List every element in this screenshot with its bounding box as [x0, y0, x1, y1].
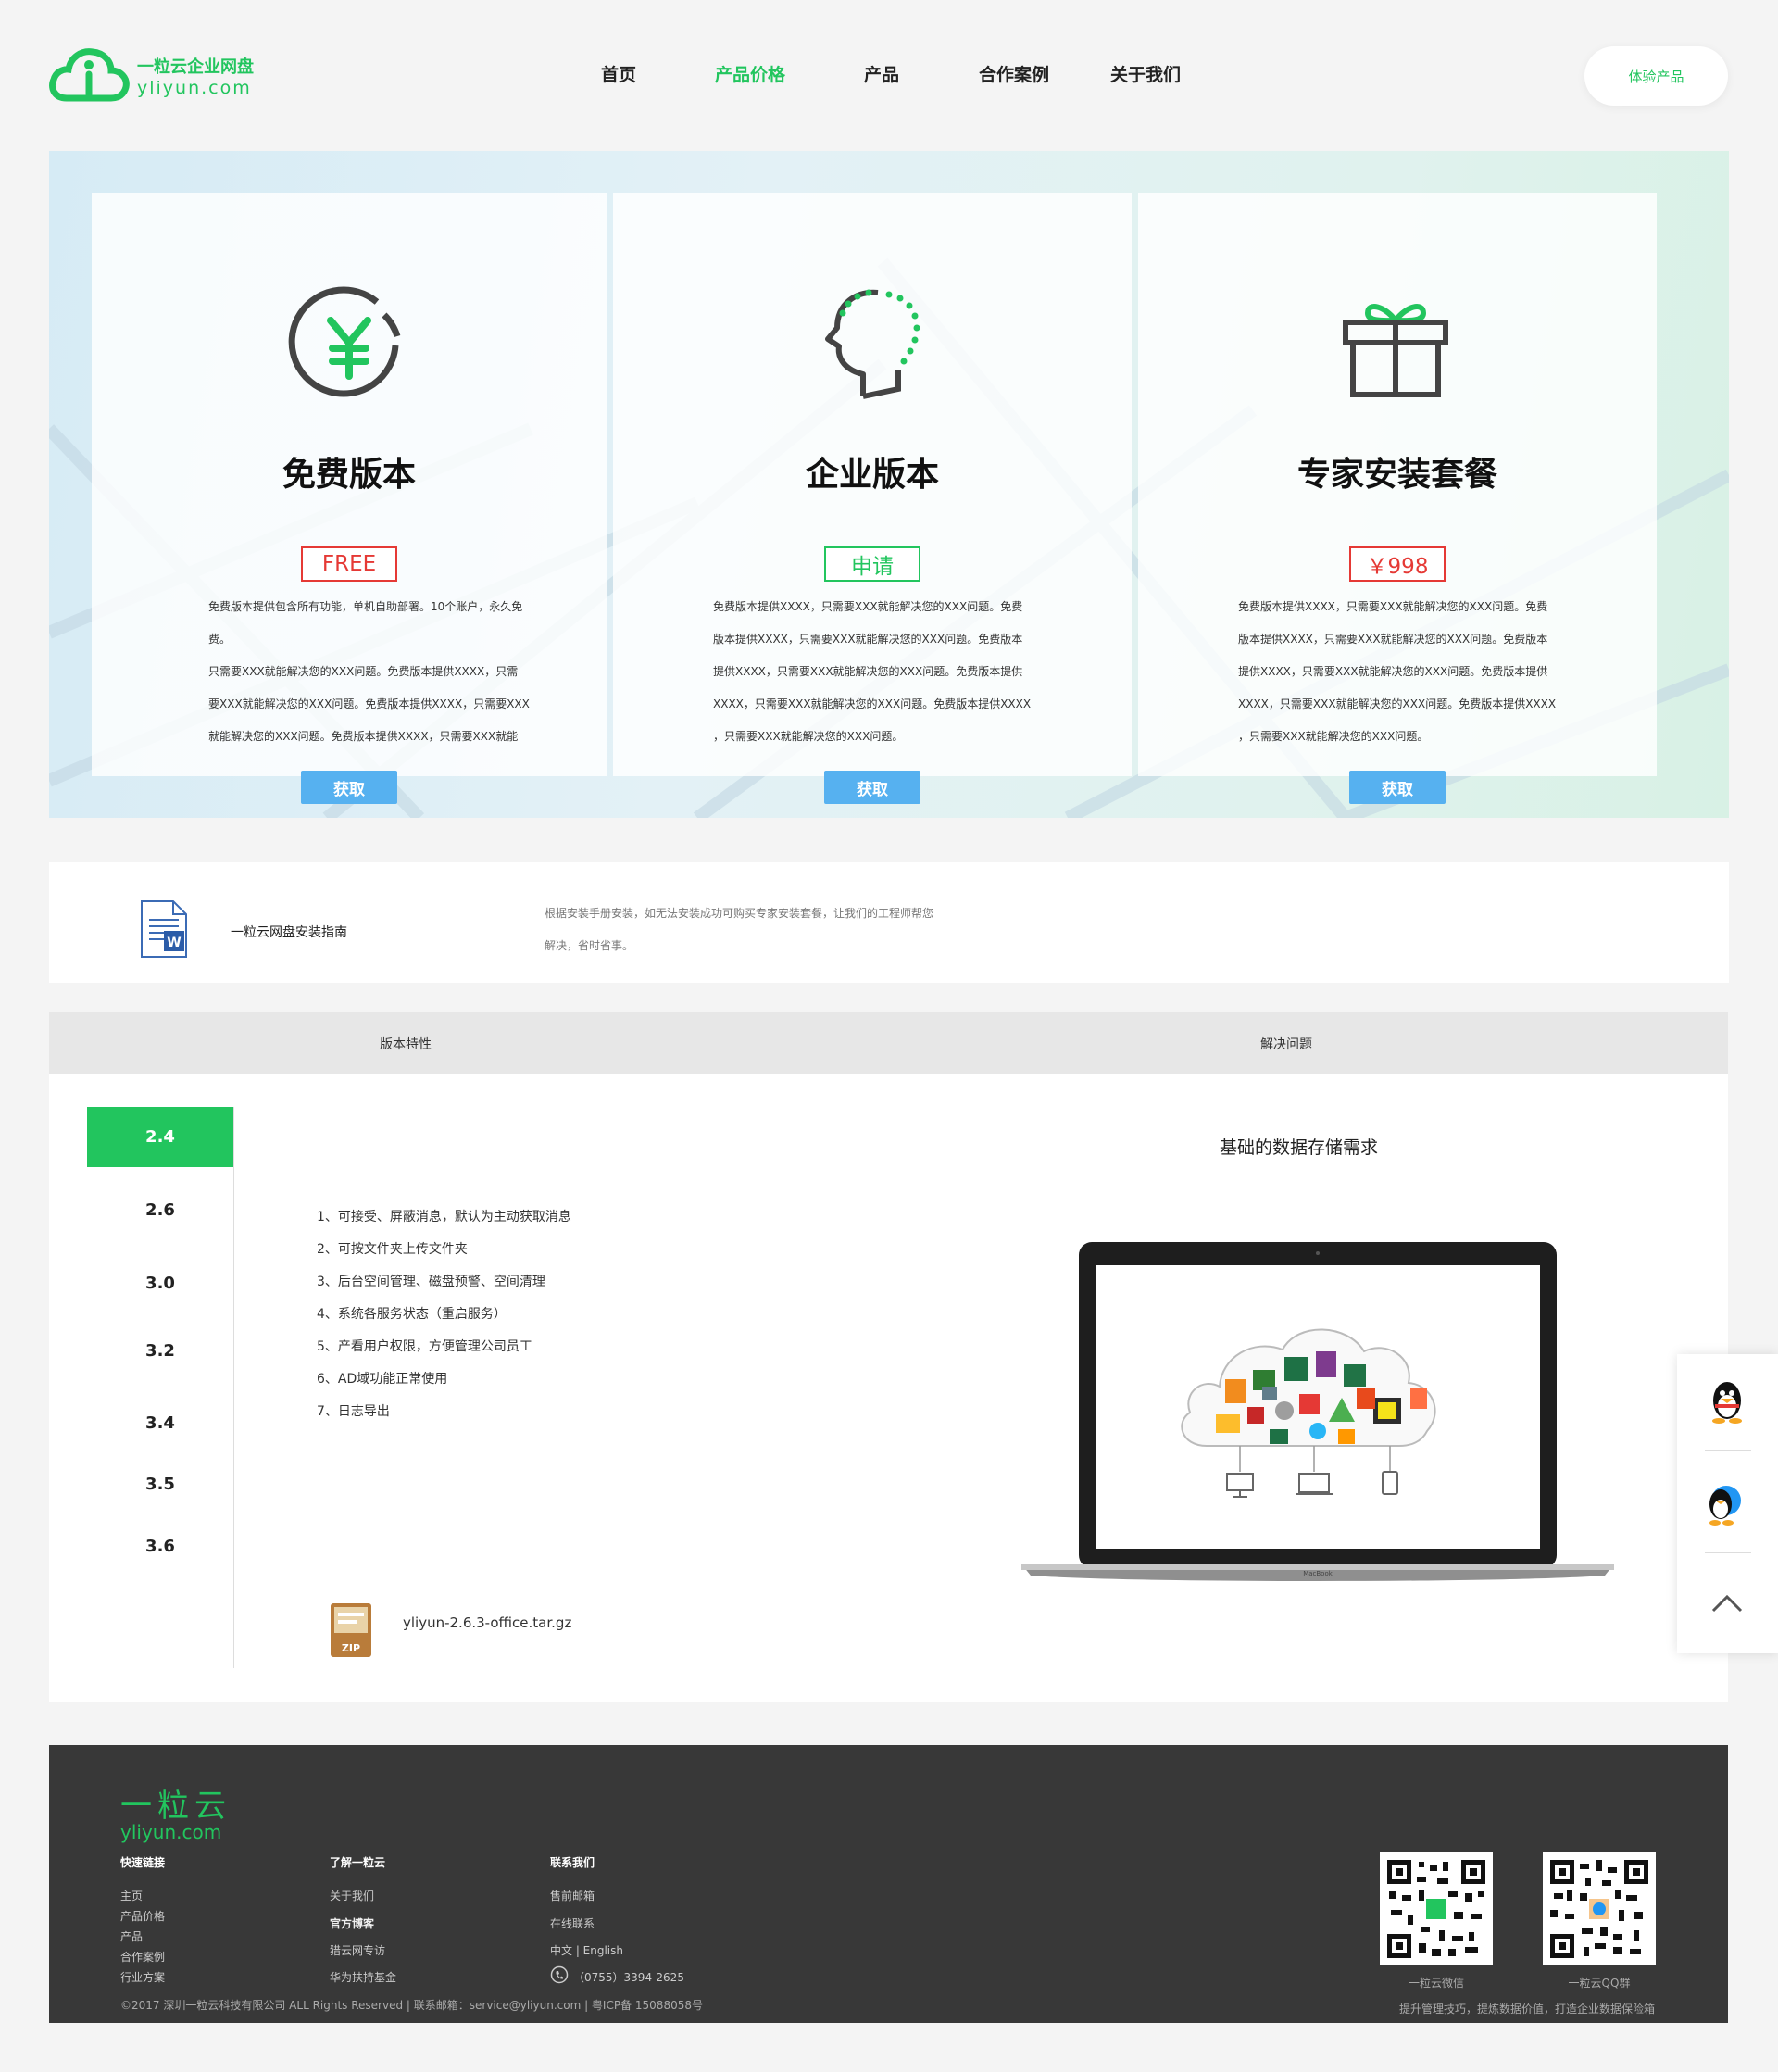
version-item-2-6[interactable]: 2.6	[87, 1180, 233, 1240]
svg-text:ZIP: ZIP	[342, 1642, 360, 1654]
word-document-icon[interactable]: W	[140, 899, 188, 959]
get-free-button[interactable]: 获取	[301, 771, 397, 804]
nav-cases[interactable]: 合作案例	[979, 61, 1049, 86]
nav-products[interactable]: 产品	[864, 61, 899, 86]
version-item-3-4[interactable]: 3.4	[87, 1393, 233, 1453]
tab-version-features[interactable]: 版本特性	[380, 1035, 432, 1053]
svg-text:W: W	[167, 936, 181, 950]
logo-text-en: yliyun.com	[137, 78, 252, 98]
version-list: 2.4 2.6 3.0 3.2 3.4 3.5 3.6	[87, 1107, 234, 1668]
nav-home[interactable]: 首页	[601, 61, 636, 86]
qq-group-qr-code	[1543, 1852, 1656, 1965]
plan-price: FREE	[301, 546, 397, 582]
solution-heading: 基础的数据存储需求	[1220, 1137, 1379, 1158]
feature-list: 1、可接受、屏蔽消息，默认为主动获取消息 2、可按文件夹上传文件夹 3、后台空间…	[317, 1201, 571, 1428]
cloud-logo-icon	[49, 48, 130, 102]
guide-description: 根据安装手册安装，如无法安装成功可购买专家安装套餐，让我们的工程师帮您 解决，省…	[545, 907, 934, 952]
footer-link-pricing[interactable]: 产品价格	[120, 1908, 165, 1924]
laptop-cloud-illustration: MacBook	[1021, 1242, 1614, 1581]
footer-link-online-contact[interactable]: 在线联系	[550, 1915, 595, 1931]
logo-text-cn: 一粒云企业网盘	[137, 57, 254, 77]
plan-card-expert: 专家安装套餐 ￥998 免费版本提供XXXX，只需要XXX就能解决您的XXX问题…	[1138, 193, 1657, 804]
footer-col-quicklinks-title: 快速链接	[120, 1856, 166, 1869]
footer-link-solutions[interactable]: 行业方案	[120, 1969, 165, 1985]
back-to-top-icon[interactable]	[1710, 1593, 1744, 1614]
footer-col-contact-title: 联系我们	[550, 1856, 595, 1869]
feature-item: 5、产看用户权限，方便管理公司员工	[317, 1339, 532, 1354]
footer-language-switch[interactable]: 中文 | English	[550, 1942, 623, 1958]
gift-icon	[1343, 304, 1448, 397]
plan-price: ￥998	[1349, 546, 1446, 582]
footer-col-about-title: 了解一粒云	[330, 1856, 386, 1869]
plan-description: 免费版本提供包含所有功能，单机自助部署。10个账户，永久免 费。 只需要XXX就…	[208, 600, 530, 743]
version-item-3-0[interactable]: 3.0	[87, 1253, 233, 1313]
version-item-2-4[interactable]: 2.4	[87, 1107, 233, 1167]
footer-copyright: ©2017 深圳一粒云科技有限公司 ALL Rights Reserved | …	[120, 1999, 703, 2012]
footer-link-blog[interactable]: 官方博客	[330, 1915, 374, 1931]
site-footer: 一粒云 yliyun.com 快速链接 主页 产品价格 产品 合作案例 行业方案…	[49, 1745, 1728, 2023]
site-logo[interactable]: 一粒云企业网盘 yliyun.com	[48, 41, 270, 106]
side-toolbar	[1677, 1354, 1778, 1653]
divider	[1705, 1450, 1751, 1451]
version-item-3-5[interactable]: 3.5	[87, 1454, 233, 1514]
plan-description: 免费版本提供XXXX，只需要XXX就能解决您的XXX问题。免费 版本提供XXXX…	[713, 600, 1032, 743]
plan-description: 免费版本提供XXXX，只需要XXX就能解决您的XXX问题。免费 版本提供XXXX…	[1238, 600, 1557, 743]
footer-link-huawei-fund[interactable]: 华为扶持基金	[330, 1969, 396, 1985]
footer-link-about[interactable]: 关于我们	[330, 1888, 374, 1903]
footer-link-presales-email[interactable]: 售前邮箱	[550, 1888, 595, 1903]
qq-penguin-icon[interactable]	[1706, 1378, 1748, 1426]
nav-about[interactable]: 关于我们	[1110, 61, 1181, 86]
download-filename[interactable]: yliyun-2.6.3-office.tar.gz	[403, 1614, 571, 1631]
feature-item: 2、可按文件夹上传文件夹	[317, 1242, 468, 1257]
trial-button[interactable]: 体验产品	[1584, 46, 1728, 106]
plan-title: 专家安装套餐	[1296, 456, 1497, 494]
zip-file-icon[interactable]: ZIP	[329, 1601, 373, 1659]
tab-solved-problems[interactable]: 解决问题	[1260, 1035, 1312, 1053]
qq-qr-caption: 一粒云QQ群	[1568, 1977, 1631, 1990]
plan-title: 免费版本	[282, 456, 416, 494]
footer-slogan: 提升管理技巧，提炼数据价值，打造企业数据保险箱	[1399, 2003, 1656, 2015]
nav-pricing[interactable]: 产品价格	[715, 61, 785, 86]
footer-link-cases[interactable]: 合作案例	[120, 1949, 165, 1965]
get-enterprise-button[interactable]: 获取	[824, 771, 920, 804]
footer-logo-cn: 一粒云	[120, 1788, 232, 1825]
plan-card-free: 免费版本 FREE 免费版本提供包含所有功能，单机自助部署。10个账户，永久免 …	[92, 193, 607, 804]
plan-title: 企业版本	[805, 456, 939, 494]
footer-link-interview[interactable]: 猎云网专访	[330, 1942, 385, 1958]
qq-group-icon[interactable]	[1704, 1480, 1750, 1528]
feature-item: 6、AD域功能正常使用	[317, 1372, 448, 1387]
phone-icon	[550, 1965, 569, 1984]
wechat-qr-code	[1380, 1852, 1493, 1965]
version-tabs: 版本特性 解决问题	[49, 1012, 1728, 1074]
wechat-qr-caption: 一粒云微信	[1408, 1977, 1464, 1990]
qr-code-icon	[1548, 1858, 1650, 1960]
install-guide: W 一粒云网盘安装指南 根据安装手册安装，如无法安装成功可购买专家安装套餐，让我…	[49, 862, 1729, 983]
footer-phone: （0755）3394-2625	[573, 1971, 684, 1984]
qr-code-icon	[1385, 1858, 1487, 1960]
version-item-3-6[interactable]: 3.6	[87, 1516, 233, 1576]
version-item-3-2[interactable]: 3.2	[87, 1321, 233, 1381]
head-icon	[825, 289, 920, 399]
get-expert-button[interactable]: 获取	[1349, 771, 1446, 804]
feature-item: 3、后台空间管理、磁盘预警、空间清理	[317, 1275, 545, 1289]
feature-item: 4、系统各服务状态（重启服务）	[317, 1307, 507, 1322]
plan-price: 申请	[824, 546, 920, 582]
feature-item: 7、日志导出	[317, 1404, 390, 1419]
footer-link-home[interactable]: 主页	[120, 1888, 143, 1903]
divider	[1705, 1552, 1751, 1553]
yen-icon	[288, 286, 401, 397]
guide-title[interactable]: 一粒云网盘安装指南	[231, 923, 347, 941]
feature-item: 1、可接受、屏蔽消息，默认为主动获取消息	[317, 1210, 571, 1224]
pricing-hero: 免费版本 FREE 免费版本提供包含所有功能，单机自助部署。10个账户，永久免 …	[49, 151, 1729, 818]
footer-link-products[interactable]: 产品	[120, 1928, 143, 1944]
plan-card-enterprise: 企业版本 申请 免费版本提供XXXX，只需要XXX就能解决您的XXX问题。免费 …	[613, 193, 1132, 804]
footer-logo-en: yliyun.com	[120, 1821, 222, 1843]
svg-text:MacBook: MacBook	[1303, 1570, 1334, 1577]
version-panel: 2.4 2.6 3.0 3.2 3.4 3.5 3.6 1、可接受、屏蔽消息，默…	[49, 1074, 1728, 1702]
